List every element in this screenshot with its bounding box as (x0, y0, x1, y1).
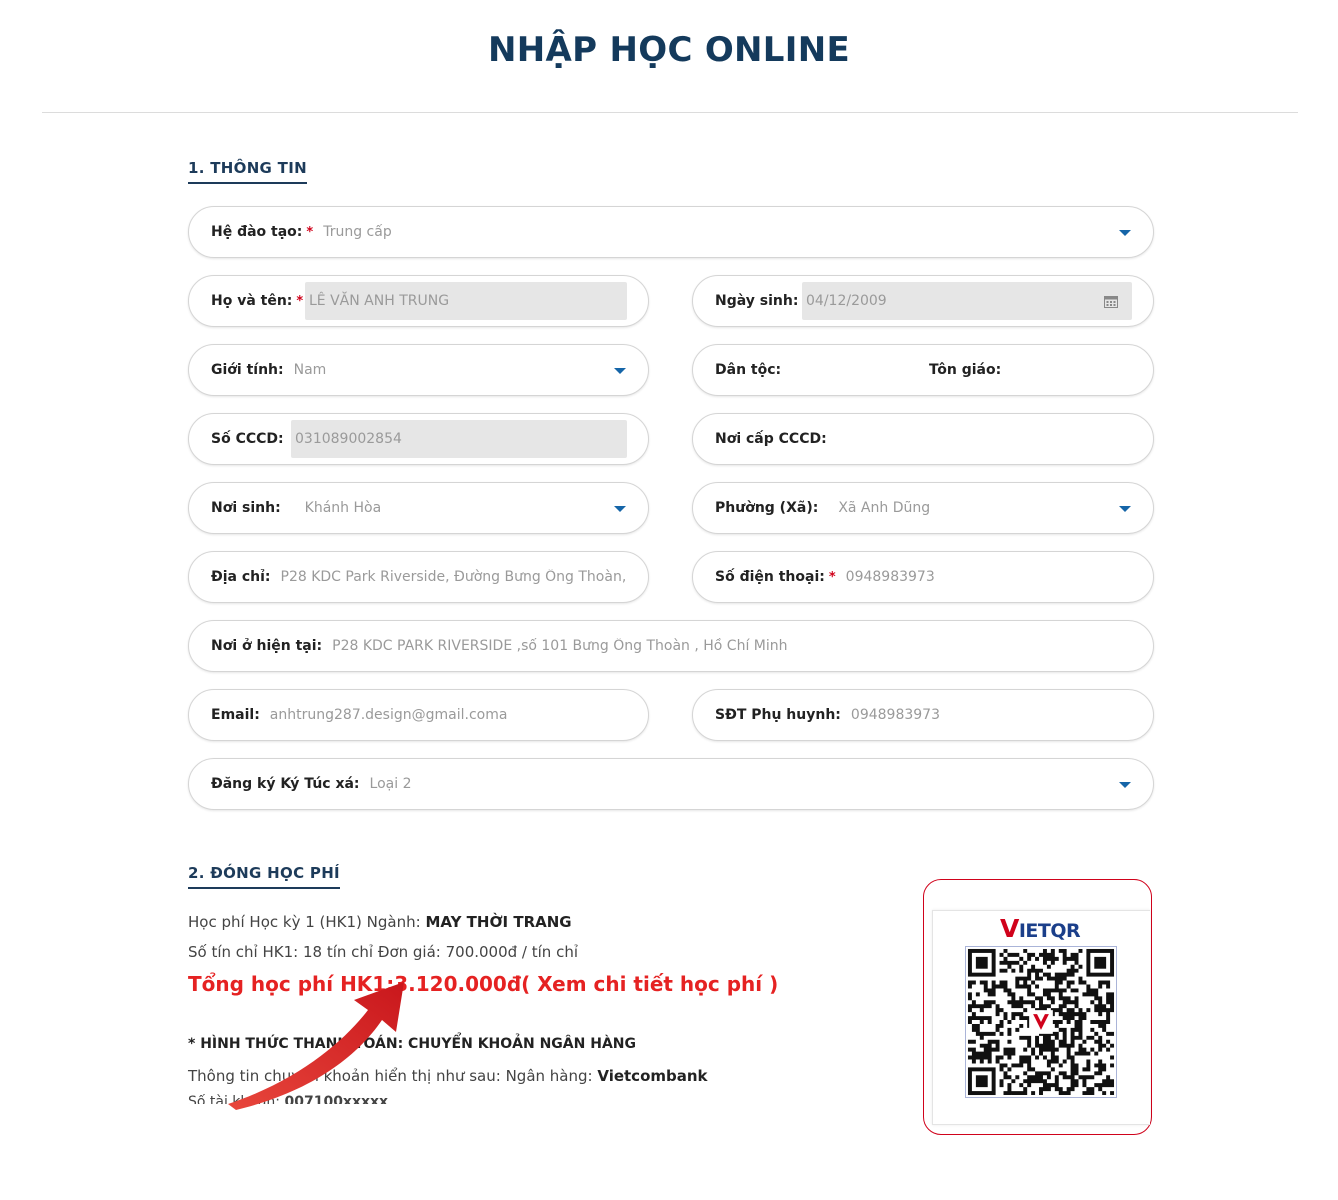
address-label: Địa chỉ: (211, 569, 271, 585)
birth-date-value: 04/12/2009 (806, 293, 887, 309)
ethnicity-religion-field[interactable]: Dân tộc: Tôn giáo: (692, 344, 1154, 396)
required-mark: * (296, 293, 304, 309)
parent-phone-label: SĐT Phụ huynh: (715, 707, 841, 723)
email-value: anhtrung287.design@gmail.coma (269, 707, 508, 723)
dormitory-label: Đăng ký Ký Túc xá: (211, 776, 360, 792)
current-residence-value: P28 KDC PARK RIVERSIDE ,số 101 Bưng Ông … (332, 638, 788, 654)
email-label: Email: (211, 707, 260, 723)
full-name-field[interactable]: Họ và tên: * LÊ VĂN ANH TRUNG (188, 275, 649, 327)
phone-value: 0948983973 (845, 569, 935, 585)
chevron-down-icon[interactable] (1119, 230, 1131, 236)
calendar-icon[interactable] (1104, 295, 1118, 308)
email-field[interactable]: Email: anhtrung287.design@gmail.coma (188, 689, 649, 741)
credits-line: Số tín chỉ HK1: 18 tín chỉ Đơn giá: 700.… (188, 943, 578, 961)
birthplace-label: Nơi sinh: (211, 500, 281, 516)
birthplace-select[interactable]: Nơi sinh: Khánh Hòa (188, 482, 649, 534)
gender-label: Giới tính: (211, 362, 284, 378)
qr-code-icon[interactable] (965, 946, 1117, 1098)
id-number-label: Số CCCD: (211, 431, 284, 447)
transfer-info-prefix: Thông tin chuyển khoản hiển thị như sau:… (188, 1067, 593, 1085)
full-name-label: Họ và tên: (211, 293, 293, 309)
birth-date-field[interactable]: Ngày sinh: 04/12/2009 (692, 275, 1154, 327)
account-number: 007100xxxxx (284, 1094, 389, 1104)
ward-select[interactable]: Phường (Xã): Xã Anh Dũng (692, 482, 1154, 534)
chevron-down-icon[interactable] (614, 506, 626, 512)
id-number-field[interactable]: Số CCCD: 031089002854 (188, 413, 649, 465)
training-system-value: Trung cấp (323, 224, 392, 240)
birthplace-value: Khánh Hòa (304, 500, 382, 516)
chevron-down-icon[interactable] (614, 368, 626, 374)
tuition-major-prefix: Học phí Học kỳ 1 (HK1) Ngành: (188, 913, 421, 931)
phone-label: Số điện thoại: (715, 569, 825, 585)
ethnicity-label: Dân tộc: (715, 362, 782, 378)
address-field[interactable]: Địa chỉ: P28 KDC Park Riverside, Đường B… (188, 551, 649, 603)
training-system-select[interactable]: Hệ đào tạo: * Trung cấp (188, 206, 1154, 258)
bank-name: Vietcombank (597, 1067, 708, 1085)
phone-field[interactable]: Số điện thoại: * 0948983973 (692, 551, 1154, 603)
page-title: NHẬP HỌC ONLINE (488, 30, 850, 70)
transfer-info-line: Thông tin chuyển khoản hiển thị như sau:… (188, 1067, 708, 1085)
religion-label: Tôn giáo: (929, 362, 1002, 378)
id-issue-place-label: Nơi cấp CCCD: (715, 431, 827, 447)
parent-phone-field[interactable]: SĐT Phụ huynh: 0948983973 (692, 689, 1154, 741)
ward-value: Xã Anh Dũng (838, 500, 931, 516)
birth-date-label: Ngày sinh: (715, 293, 799, 309)
birth-date-input[interactable]: 04/12/2009 (802, 282, 1132, 320)
section-tuition-heading: 2. ĐÓNG HỌC PHÍ (188, 864, 340, 889)
full-name-input[interactable]: LÊ VĂN ANH TRUNG (305, 282, 627, 320)
section-info-heading: 1. THÔNG TIN (188, 159, 307, 184)
dormitory-value: Loại 2 (369, 776, 412, 792)
required-mark: * (828, 569, 836, 585)
dormitory-select[interactable]: Đăng ký Ký Túc xá: Loại 2 (188, 758, 1154, 810)
chevron-down-icon[interactable] (1119, 782, 1131, 788)
tuition-major-line: Học phí Học kỳ 1 (HK1) Ngành: MAY THỜI T… (188, 913, 572, 931)
gender-value: Nam (293, 362, 327, 378)
current-residence-label: Nơi ở hiện tại: (211, 638, 323, 654)
account-number-line: Số tài khoản: 007100xxxxx (188, 1094, 388, 1104)
id-number-input[interactable]: 031089002854 (291, 420, 627, 458)
id-issue-place-field[interactable]: Nơi cấp CCCD: (692, 413, 1154, 465)
tuition-major-name: MAY THỜI TRANG (425, 913, 572, 931)
current-residence-field[interactable]: Nơi ở hiện tại: P28 KDC PARK RIVERSIDE ,… (188, 620, 1154, 672)
title-divider (42, 112, 1298, 113)
chevron-down-icon[interactable] (1119, 506, 1131, 512)
address-value: P28 KDC Park Riverside, Đường Bưng Ông T… (280, 569, 627, 585)
required-mark: * (306, 224, 314, 240)
ward-label: Phường (Xã): (715, 500, 819, 516)
vietqr-logo: VIETQR (1000, 914, 1081, 943)
tuition-total-link[interactable]: Tổng học phí HK1:3.120.000đ( Xem chi tiế… (188, 972, 778, 996)
account-prefix: Số tài khoản: (188, 1094, 281, 1104)
gender-select[interactable]: Giới tính: Nam (188, 344, 649, 396)
payment-method-heading: * HÌNH THỨC THANH TOÁN: CHUYỂN KHOẢN NGÂ… (188, 1036, 636, 1052)
training-system-label: Hệ đào tạo: (211, 224, 303, 240)
parent-phone-value: 0948983973 (850, 707, 940, 723)
